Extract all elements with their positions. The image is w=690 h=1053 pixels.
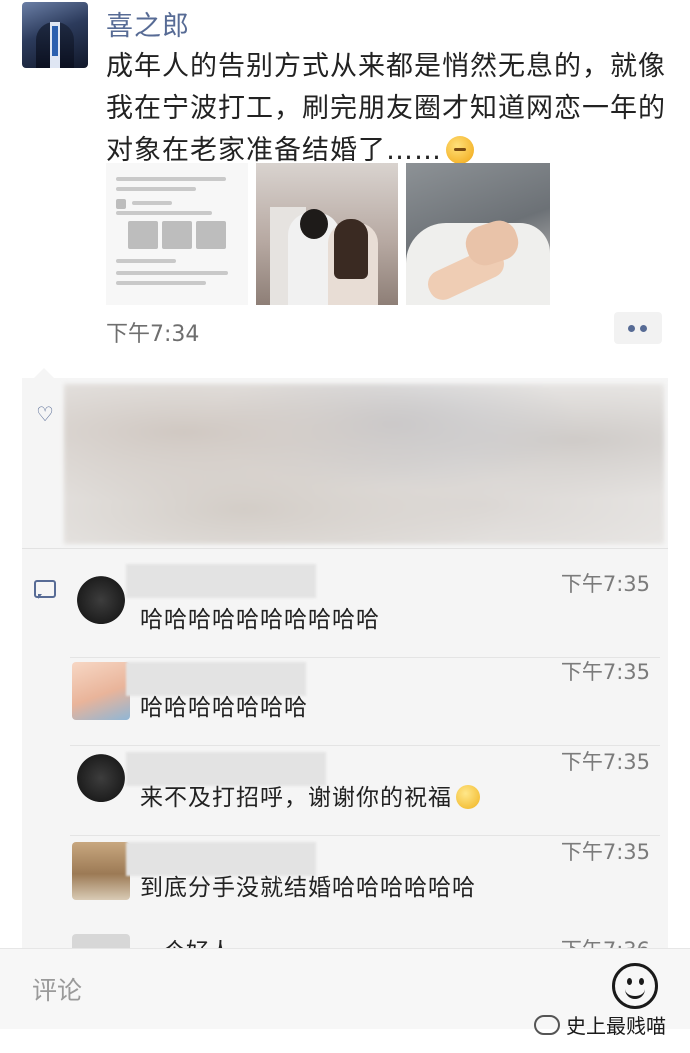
comment-item[interactable]: 下午7:35 到底分手没就结婚哈哈哈哈哈哈	[70, 840, 660, 926]
comment-time: 下午7:35	[560, 750, 650, 774]
comment-text: 一个好人	[140, 932, 232, 948]
screenshot-text-line	[116, 259, 176, 263]
screenshot-thumb	[128, 221, 158, 249]
post-photo-1[interactable]	[106, 163, 248, 305]
screenshot-text-line	[116, 281, 206, 285]
watermark-text: 史上最贱喵	[566, 1014, 666, 1038]
partial-avatar	[72, 934, 130, 948]
smile-emoji-icon	[456, 785, 480, 809]
avatar-tie-shape	[52, 26, 58, 56]
heart-avatar[interactable]	[72, 574, 130, 632]
comment-text: 哈哈哈哈哈哈哈	[140, 695, 308, 721]
watermark: 史上最贱喵	[534, 1010, 666, 1039]
comment-text: 到底分手没就结婚哈哈哈哈哈哈	[140, 875, 476, 901]
photo-hair-shape	[334, 219, 368, 279]
comment-time: 下午7:35	[560, 840, 650, 864]
screenshot-text-line	[116, 271, 228, 275]
panel-caret	[34, 368, 54, 378]
post-time: 下午7:34	[106, 322, 200, 347]
comment-text-content: 来不及打招呼，谢谢你的祝福	[140, 785, 452, 811]
more-actions-button[interactable]	[614, 312, 662, 344]
poster-avatar[interactable]	[22, 2, 88, 68]
post-text-content: 成年人的告别方式从来都是悄然无息的，就像我在宁波打工，刷完朋友圈才知道网恋一年的…	[106, 51, 666, 166]
shy-emoji-icon	[446, 136, 474, 164]
screenshot-thumb	[162, 221, 192, 249]
wechat-icon	[534, 1015, 560, 1035]
screenshot-avatar	[116, 199, 126, 209]
comment-input[interactable]: 评论	[32, 971, 82, 1007]
anime-avatar[interactable]	[72, 662, 130, 720]
emoji-eye	[639, 978, 644, 985]
emoji-eye	[627, 978, 632, 985]
comment-text: 哈哈哈哈哈哈哈哈哈哈	[140, 607, 380, 633]
screenshot-thumb	[196, 221, 226, 249]
comment-text: 来不及打招呼，谢谢你的祝福	[140, 778, 480, 812]
emoji-mouth	[625, 986, 645, 999]
screenshot-text-line	[116, 187, 196, 191]
post-photo-2[interactable]	[256, 163, 398, 305]
post-text: 成年人的告别方式从来都是悄然无息的，就像我在宁波打工，刷完朋友圈才知道网恋一年的…	[106, 46, 666, 172]
comment-item[interactable]: 下午7:35 哈哈哈哈哈哈哈	[70, 660, 660, 746]
room-avatar[interactable]	[72, 842, 130, 900]
comment-item[interactable]: 下午7:35 哈哈哈哈哈哈哈哈哈哈	[70, 564, 660, 658]
comment-time: 下午7:35	[560, 660, 650, 684]
emoji-icon[interactable]	[612, 963, 658, 1009]
comment-time: 下午7:36	[561, 934, 650, 948]
comment-time: 下午7:35	[560, 572, 650, 596]
post-photo-3[interactable]	[406, 163, 550, 305]
photo-head-shape	[300, 209, 328, 239]
moments-post-page: 喜之郎 成年人的告别方式从来都是悄然无息的，就像我在宁波打工，刷完朋友圈才知道网…	[0, 0, 690, 1053]
heart-icon: ♡	[36, 402, 54, 426]
likes-divider	[22, 548, 668, 549]
poster-name[interactable]: 喜之郎	[106, 4, 190, 43]
comment-item-partial[interactable]: 一个好人 下午7:36	[70, 930, 660, 948]
screenshot-text-line	[116, 177, 226, 181]
comment-icon	[34, 580, 56, 599]
screenshot-text-line	[116, 211, 212, 215]
commenter-name-blurred	[126, 564, 316, 598]
likes-list-blurred	[64, 384, 664, 544]
screenshot-text-line	[132, 201, 172, 205]
heart-avatar[interactable]	[72, 752, 130, 810]
comment-item[interactable]: 下午7:35 来不及打招呼，谢谢你的祝福	[70, 750, 660, 836]
